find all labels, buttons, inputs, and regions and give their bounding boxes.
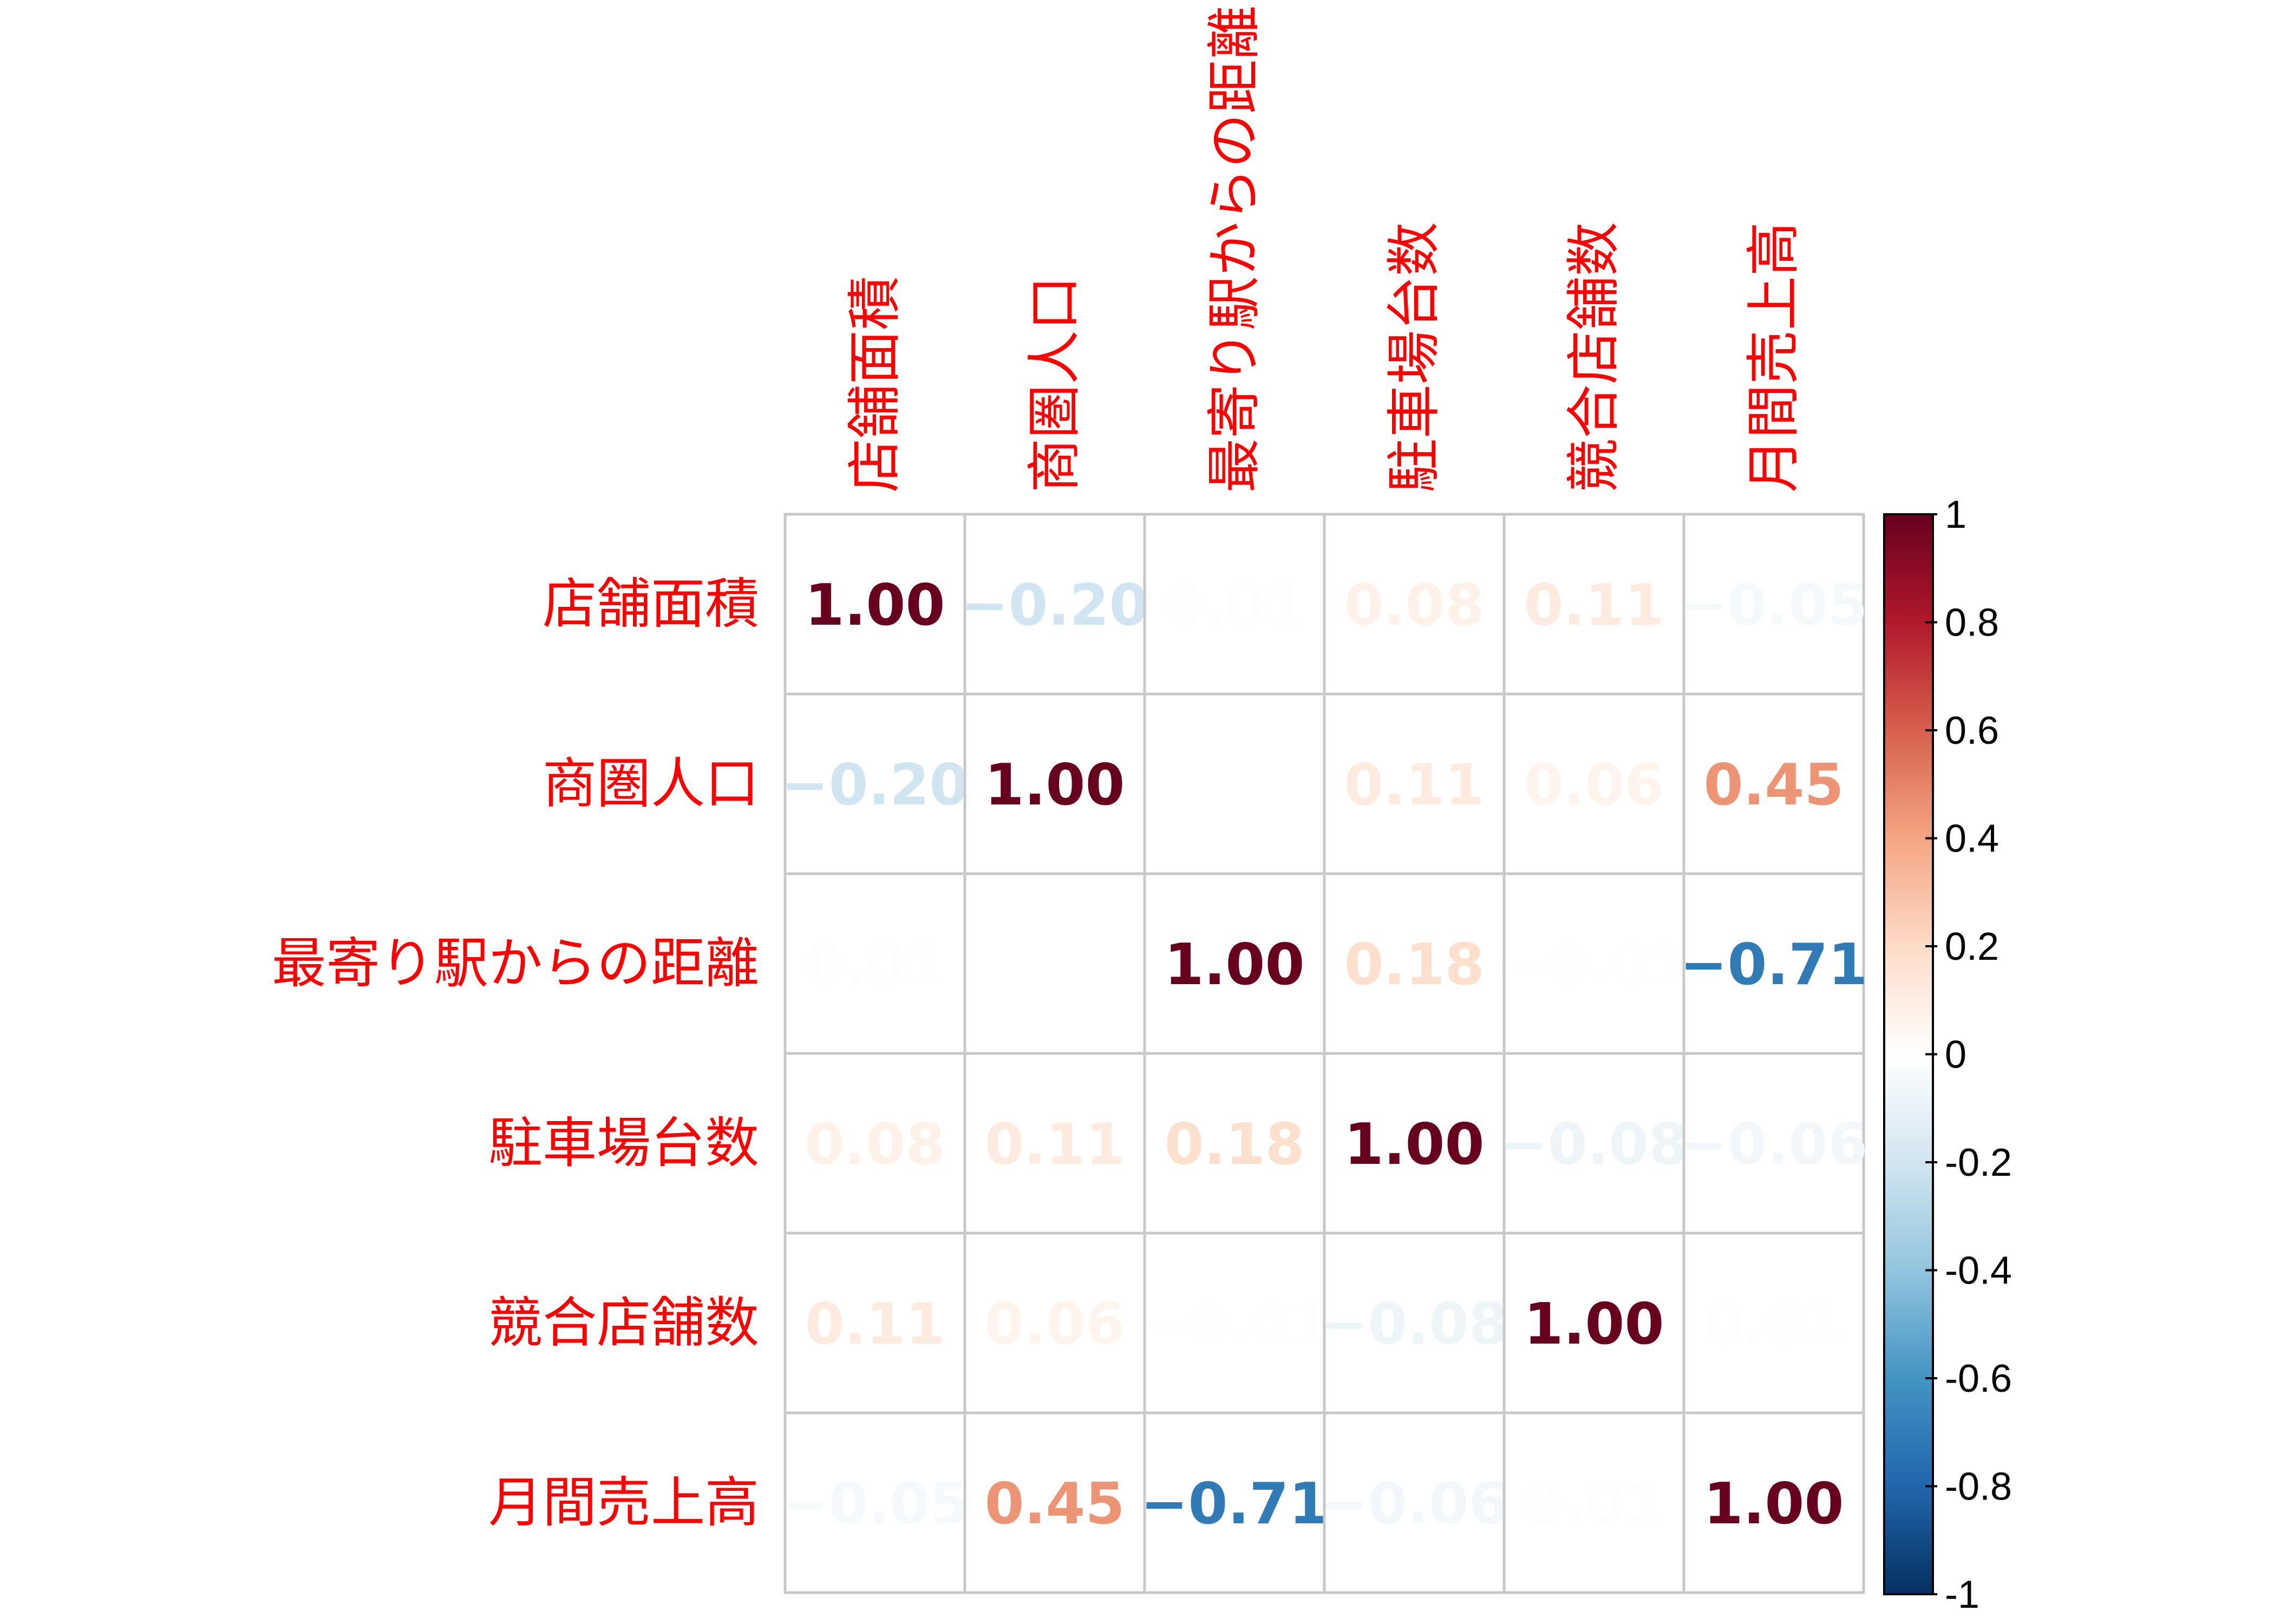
scale-tick-label: 0	[1945, 1033, 1966, 1077]
coefficient-label: 0.45	[1703, 752, 1844, 818]
coefficient-label: −0.20	[781, 752, 969, 818]
row-label: 商圏人口	[543, 752, 759, 815]
coefficient-label: 0.45	[984, 1471, 1125, 1537]
scale-tick-label: -0.4	[1945, 1249, 2012, 1293]
row-labels: 店舗面積商圏人口最寄り駅からの距離駐車場台数競合店舗数月間売上高	[272, 572, 759, 1534]
coefficient-label: 0.11	[805, 1291, 945, 1357]
coefficient-label: 1.00	[984, 752, 1125, 818]
coefficient-label: 1.00	[1344, 1111, 1484, 1177]
coefficient-label: 0.08	[1344, 572, 1484, 638]
scale-tick-label: -0.6	[1945, 1357, 2012, 1400]
scale-tick-label: -0.8	[1945, 1465, 2012, 1509]
coefficient-label: −0.08	[1320, 1291, 1508, 1357]
coefficient-label: −0.06	[1320, 1471, 1508, 1537]
column-label: 店舗面積	[843, 276, 906, 493]
coefficient-label: 0.11	[1524, 572, 1664, 638]
scale-tick-label: 0.2	[1945, 925, 1999, 968]
coefficient-label: −0.01	[1500, 932, 1688, 998]
column-label: 駐車場台数	[1382, 222, 1446, 493]
coefficient-label: 0.01	[805, 932, 945, 998]
coefficient-label: 0.01	[1524, 1471, 1664, 1537]
scale-tick-label: 1	[1945, 493, 1966, 536]
coefficient-label: 1.00	[1164, 932, 1304, 998]
column-label: 競合店舗数	[1562, 222, 1625, 493]
row-label: 月間売上高	[488, 1471, 759, 1534]
row-label: 競合店舗数	[488, 1291, 759, 1354]
coefficient-label: 0.01	[1703, 1291, 1844, 1357]
coefficient-label: 0.00	[984, 932, 1125, 998]
color-scale-legend: 1 0.8 0.6 0.4 0.2 0 -0.2 -0.4 -0.6 -0.8 -1	[1883, 493, 2012, 1616]
coefficient-label: −0.71	[1680, 932, 1867, 998]
correlation-grid: 1.00 −0.20 0.01 0.08 0.11 −0.05−0.20 1.00 0.00 0…	[781, 513, 1868, 1594]
column-label: 最寄り駅からの距離	[1203, 5, 1266, 493]
row-label: 最寄り駅からの距離	[272, 932, 759, 995]
coefficient-label: 0.06	[984, 1291, 1125, 1357]
coefficient-label: −0.08	[1500, 1111, 1688, 1177]
row-label: 駐車場台数	[488, 1111, 759, 1175]
coefficient-label: 0.01	[1164, 572, 1304, 638]
coefficient-label: 1.00	[805, 572, 945, 638]
coefficient-label: 0.06	[1524, 752, 1664, 818]
row-label: 店舗面積	[543, 572, 759, 636]
coefficient-label: −0.05	[1680, 572, 1867, 638]
coefficient-label: 0.00	[1164, 752, 1304, 818]
scale-tick-label: -0.2	[1945, 1141, 2012, 1184]
scale-tick-label: 0.6	[1945, 709, 1999, 752]
column-labels: 店舗面積 商圏人口 最寄り駅からの距離 駐車場台数 競合店舗数 月間売上高	[843, 5, 1805, 493]
column-label: 月間売上高	[1742, 222, 1805, 493]
coefficient-label: 0.18	[1164, 1111, 1304, 1177]
coefficient-label: −0.71	[1140, 1471, 1328, 1537]
coefficient-label: 1.00	[1524, 1291, 1664, 1357]
coefficient-label: −0.20	[960, 572, 1148, 638]
scale-tick-label: 0.4	[1945, 817, 1999, 861]
scale-tick-label: -1	[1945, 1573, 1979, 1616]
scale-tick-label: 0.8	[1945, 601, 1999, 645]
coefficient-label: 0.11	[984, 1111, 1125, 1177]
coefficient-label: −0.05	[781, 1471, 969, 1537]
coefficient-label: −0.06	[1680, 1111, 1867, 1177]
coefficient-label: 0.08	[805, 1111, 945, 1177]
column-label: 商圏人口	[1023, 276, 1086, 493]
coefficient-label: 0.18	[1344, 932, 1484, 998]
coefficient-label: −0.01	[1140, 1291, 1328, 1357]
correlation-plot: 店舗面積商圏人口最寄り駅からの距離駐車場台数競合店舗数月間売上高 店舗面積 商圏人…	[272, 5, 2012, 1616]
coefficient-label: 0.11	[1344, 752, 1484, 818]
coefficient-label: 1.00	[1703, 1471, 1844, 1537]
